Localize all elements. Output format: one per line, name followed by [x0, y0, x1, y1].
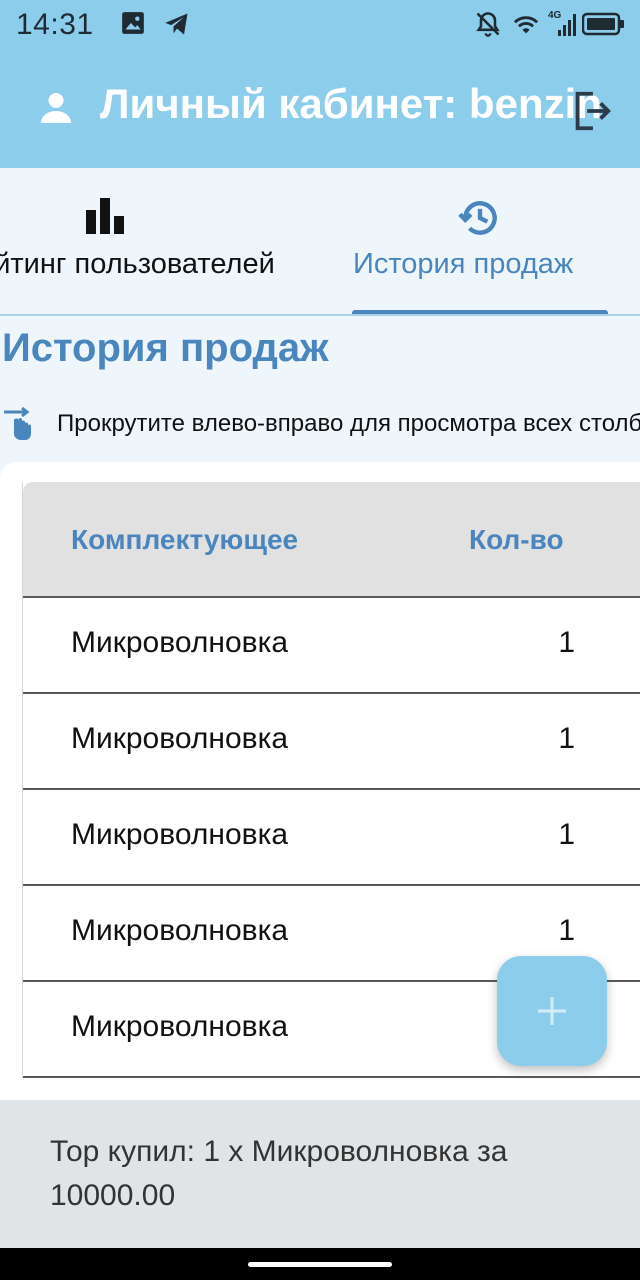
tab-user-rating[interactable]: Рейтинг пользователей: [0, 168, 320, 314]
tab-sales-history[interactable]: История продаж: [350, 168, 610, 314]
section-title: История продаж: [2, 326, 329, 370]
tab-label: История продаж: [353, 248, 574, 280]
app-bar: Личный кабинет: benzin: [0, 52, 640, 168]
scroll-hint: Прокрутите влево-вправо для просмотра вс…: [0, 402, 640, 446]
snackbar: Тор купил: 1 x Микроволновка за 10000.00: [0, 1100, 640, 1248]
cell-component: Микроволновка: [71, 1010, 289, 1043]
cell-component: Микроволновка: [71, 818, 289, 851]
cell-quantity: 1: [558, 626, 575, 659]
image-icon: [120, 10, 146, 41]
table-row: Микроволновка 1: [23, 790, 640, 886]
active-tab-indicator: [352, 310, 608, 314]
cell-component: Микроволновка: [71, 914, 289, 947]
add-button[interactable]: [497, 956, 607, 1066]
telegram-icon: [162, 10, 192, 43]
scroll-hint-text: Прокрутите влево-вправо для просмотра вс…: [57, 410, 640, 437]
signal-4g-icon: 4G: [546, 8, 578, 43]
person-icon: [38, 90, 74, 131]
system-nav-bar: [0, 1248, 640, 1280]
page-title: Личный кабинет: benzin: [100, 80, 602, 127]
battery-icon: [581, 12, 626, 41]
tab-label: Рейтинг пользователей: [0, 248, 275, 280]
home-gesture-handle[interactable]: [248, 1262, 392, 1267]
cell-quantity: 1: [558, 722, 575, 755]
column-header-quantity[interactable]: Кол-во: [469, 524, 564, 556]
table-row: Микроволновка 1: [23, 694, 640, 790]
tab-bar: Рейтинг пользователей История продаж: [0, 168, 640, 316]
status-time: 14:31: [16, 8, 94, 41]
logout-icon[interactable]: [568, 88, 614, 139]
table-header: Комплектующее Кол-во: [23, 482, 640, 598]
bar-chart-icon: [84, 196, 128, 241]
plus-icon: [535, 994, 569, 1033]
column-header-component[interactable]: Комплектующее: [71, 524, 298, 556]
cell-quantity: 1: [558, 914, 575, 947]
bell-off-icon: [474, 10, 502, 43]
cell-component: Микроволновка: [71, 722, 289, 755]
cell-component: Микроволновка: [71, 626, 289, 659]
status-bar: 14:31 4G: [0, 0, 640, 52]
cell-quantity: 1: [558, 818, 575, 851]
history-icon: [458, 196, 502, 245]
wifi-icon: [510, 10, 542, 43]
snackbar-message: Тор купил: 1 x Микроволновка за 10000.00: [50, 1135, 508, 1212]
svg-text:4G: 4G: [548, 10, 562, 21]
swipe-icon: [2, 406, 34, 446]
table-row: Микроволновка 1: [23, 598, 640, 694]
